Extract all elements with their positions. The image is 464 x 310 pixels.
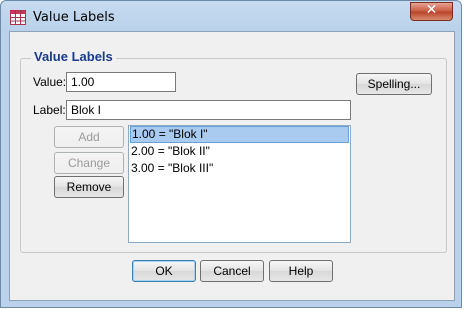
help-button[interactable]: Help <box>269 260 333 282</box>
list-item[interactable]: 1.00 = "Blok I" <box>130 126 349 143</box>
title-bar[interactable]: Value Labels ✕ <box>1 1 461 31</box>
group-title: Value Labels <box>31 49 116 64</box>
change-button[interactable]: Change <box>54 152 124 174</box>
list-item[interactable]: 3.00 = "Blok III" <box>130 160 349 177</box>
label-label: Label: <box>33 103 66 117</box>
remove-button[interactable]: Remove <box>54 176 124 198</box>
list-item[interactable]: 2.00 = "Blok II" <box>130 143 349 160</box>
value-labels-list[interactable]: 1.00 = "Blok I" 2.00 = "Blok II" 3.00 = … <box>128 125 351 243</box>
table-grid-icon <box>10 10 26 25</box>
value-input[interactable]: 1.00 <box>66 72 176 92</box>
dialog-window: Value Labels ✕ Value Labels Value: 1.00 … <box>0 0 462 308</box>
add-button[interactable]: Add <box>54 126 124 148</box>
value-label: Value: <box>33 75 67 89</box>
close-icon: ✕ <box>425 2 438 18</box>
label-input[interactable]: Blok I <box>66 100 351 120</box>
ok-button[interactable]: OK <box>132 260 196 282</box>
window-title: Value Labels <box>33 10 115 25</box>
dialog-body: Value Labels Value: 1.00 Spelling... Lab… <box>9 31 455 301</box>
close-button[interactable]: ✕ <box>410 2 453 21</box>
cancel-button[interactable]: Cancel <box>200 260 264 282</box>
spelling-button[interactable]: Spelling... <box>356 73 432 95</box>
